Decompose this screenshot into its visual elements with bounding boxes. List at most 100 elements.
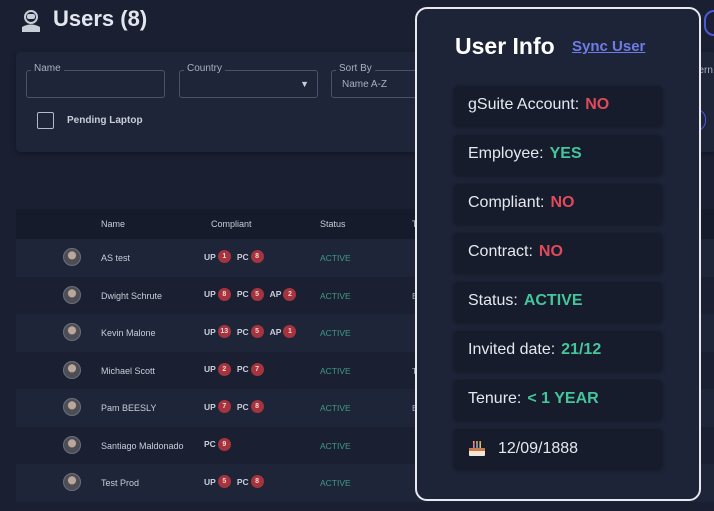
compliance-label: PC: [236, 289, 249, 299]
avatar: [63, 285, 81, 304]
compliance-badges: PC 9: [204, 437, 237, 451]
compliance-label: PC: [236, 364, 249, 374]
compliance-count-badge: 1: [283, 325, 297, 338]
info-item: Compliant: NO: [454, 184, 662, 224]
country-select[interactable]: Country ▼: [179, 63, 318, 98]
info-key: Status: ACTIVE: [468, 292, 582, 310]
compliance-label: UP: [204, 326, 216, 337]
info-item: Invited date: 21/12: [454, 331, 662, 371]
user-name[interactable]: AS test: [101, 253, 130, 263]
info-key-label: gSuite Account:: [468, 96, 580, 113]
avatar: [63, 473, 81, 491]
compliance-badges: UP 7 PC 8: [204, 400, 270, 413]
pending-laptop-checkbox[interactable]: [37, 112, 54, 129]
sort-value: Name A-Z: [342, 79, 388, 90]
compliance-label: UP: [204, 401, 216, 412]
compliance-count-badge: 13: [217, 325, 231, 338]
user-info-title: User Info: [455, 33, 555, 59]
info-item: Employee: YES: [454, 135, 662, 175]
info-key: gSuite Account: NO: [468, 96, 609, 114]
info-key-label: Tenure:: [468, 390, 522, 407]
info-item: Tenure: < 1 YEAR: [454, 380, 662, 420]
info-value: 21/12: [561, 341, 602, 358]
avatar: [63, 323, 81, 341]
compliance-label: PC: [204, 439, 216, 449]
info-item: Contract: NO: [454, 233, 662, 273]
compliance-label: PC: [236, 476, 249, 487]
avatar: [63, 248, 81, 266]
user-name[interactable]: Dwight Schrute: [101, 291, 162, 301]
compliance-badges: UP 1 PC 8: [204, 250, 270, 263]
avatar: [63, 398, 81, 416]
compliance-badges: UP 2 PC 7: [204, 362, 270, 376]
info-value: NO: [550, 194, 575, 211]
compliance-count-badge: 8: [217, 287, 231, 301]
user-name[interactable]: Michael Scott: [101, 366, 155, 376]
info-key: Compliant: NO: [468, 194, 574, 212]
info-key: Tenure: < 1 YEAR: [468, 390, 599, 408]
user-name[interactable]: Santiago Maldonado: [101, 441, 184, 451]
status-badge: ACTIVE: [320, 365, 351, 376]
compliance-label: PC: [236, 326, 249, 337]
compliance-badges: UP 13 PC 5 AP 1: [204, 325, 302, 338]
compliance-label: UP: [204, 289, 216, 299]
compliance-count-badge: 8: [250, 250, 264, 263]
status-badge: ACTIVE: [320, 290, 351, 301]
compliance-count-badge: 8: [250, 475, 264, 488]
column-name-header[interactable]: Name: [101, 219, 125, 229]
compliance-count-badge: 8: [250, 400, 264, 413]
status-badge: ACTIVE: [320, 440, 351, 451]
name-filter-input[interactable]: Name: [26, 63, 165, 98]
compliance-count-badge: 1: [217, 250, 231, 263]
info-value: < 1 YEAR: [527, 390, 599, 407]
chevron-down-icon: ▼: [300, 79, 309, 89]
compliance-label: UP: [204, 476, 216, 487]
status-badge: ACTIVE: [320, 328, 351, 338]
compliance-count-badge: 5: [250, 325, 264, 338]
column-compliant-header[interactable]: Compliant: [211, 219, 252, 229]
info-key-label: Compliant:: [468, 194, 545, 211]
birthday-value: 12/09/1888: [498, 440, 579, 457]
compliance-count-badge: 2: [283, 287, 297, 301]
avatar: [63, 435, 81, 454]
birthday-item: 12/09/1888: [454, 429, 662, 469]
compliance-label: PC: [236, 251, 249, 262]
column-status-header[interactable]: Status: [320, 219, 346, 229]
info-key: Employee: YES: [468, 145, 582, 163]
info-item: Status: ACTIVE: [454, 282, 662, 322]
user-info-panel: User Info Sync User gSuite Account: NO Emp…: [415, 7, 701, 501]
info-item: gSuite Account: NO: [454, 86, 662, 126]
more-button[interactable]: [704, 10, 714, 36]
compliance-count-badge: 7: [250, 362, 264, 376]
info-key-label: Invited date:: [468, 341, 556, 358]
info-value: YES: [549, 145, 582, 162]
pending-laptop-label: Pending Laptop: [67, 115, 143, 126]
compliance-badges: UP 5 PC 8: [204, 475, 270, 488]
compliance-count-badge: 7: [217, 400, 231, 413]
sync-user-link[interactable]: Sync User: [572, 38, 645, 55]
info-value: ACTIVE: [523, 292, 583, 309]
compliance-label: UP: [204, 364, 216, 374]
user-name[interactable]: Test Prod: [101, 478, 139, 488]
cake-icon: [469, 441, 485, 456]
compliance-badges: UP 8 PC 5 AP 2: [204, 287, 302, 301]
user-name[interactable]: Pam BEESLY: [101, 403, 156, 413]
compliance-label: AP: [269, 289, 282, 299]
compliance-label: UP: [204, 251, 216, 262]
info-key-label: Status:: [468, 292, 518, 309]
sort-filter-label: Sort By: [336, 63, 375, 74]
name-filter-label: Name: [31, 63, 64, 74]
info-key: Invited date: 21/12: [468, 341, 601, 359]
user-icon: [22, 10, 40, 32]
info-value: NO: [538, 243, 563, 260]
compliance-count-badge: 9: [217, 437, 231, 451]
user-name[interactable]: Kevin Malone: [101, 328, 156, 338]
compliance-label: AP: [269, 326, 282, 337]
info-key-label: Employee:: [468, 145, 544, 162]
country-filter-label: Country: [184, 63, 226, 74]
compliance-count-badge: 5: [250, 287, 264, 301]
page-title: Users (8): [53, 6, 148, 31]
info-value: NO: [585, 96, 610, 113]
compliance-count-badge: 5: [217, 475, 231, 488]
info-key: Contract: NO: [468, 243, 563, 261]
